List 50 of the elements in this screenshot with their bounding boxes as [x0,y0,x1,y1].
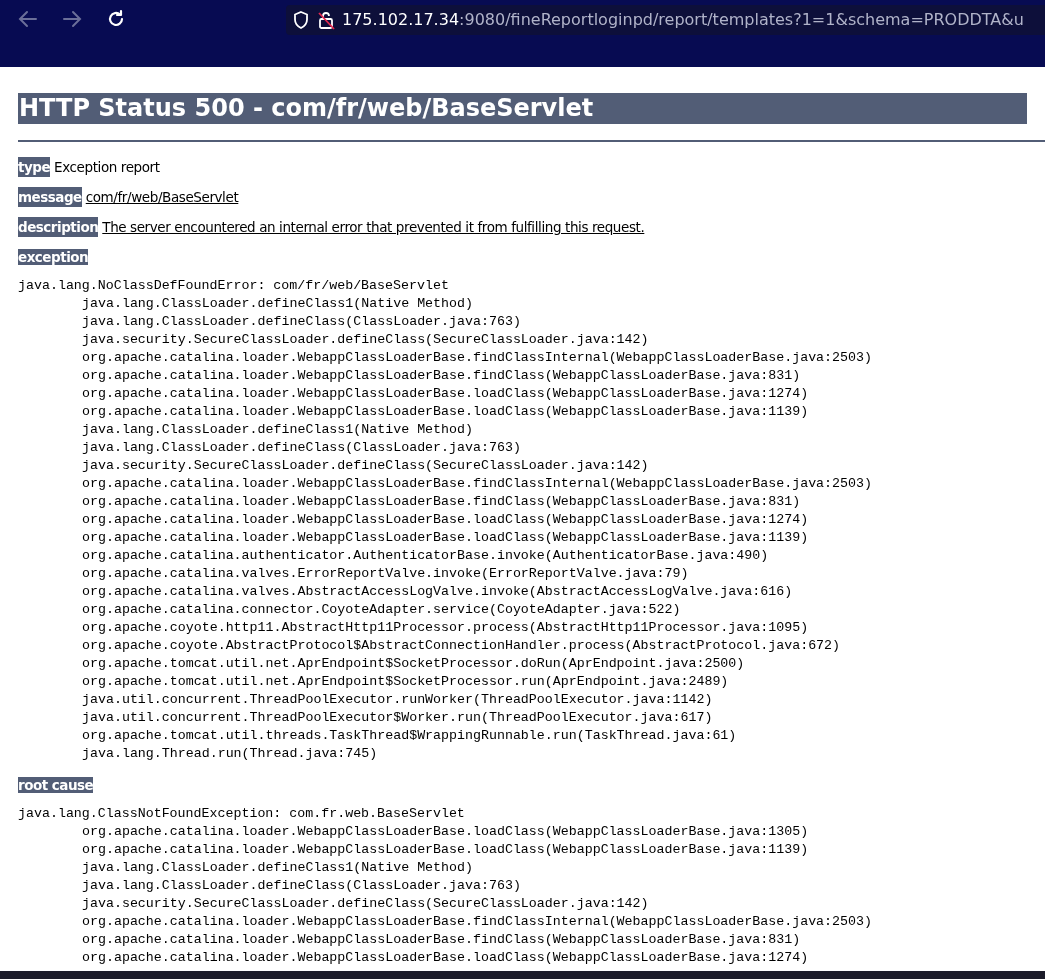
address-bar[interactable]: 175.102.17.34:9080/fineReportloginpd/report/templates?1=1&schema=PRODDTA&u [286,5,1045,35]
stack-trace-frame: org.apache.catalina.loader.WebappClassLoaderBase.loadClass(WebappClassLoaderBase.java:1274) [18,511,1027,529]
stack-trace-frame: org.apache.catalina.loader.WebappClassLoaderBase.findClassInternal(WebappClassLoaderBase.java:2503) [18,475,1027,493]
message-link[interactable]: com/fr/web/BaseServlet [85,187,239,207]
stack-trace-frame: java.security.SecureClassLoader.defineClass(SecureClassLoader.java:142) [18,331,1027,349]
stack-trace-frame: org.apache.tomcat.util.net.AprEndpoint$SocketProcessor.doRun(AprEndpoint.java:2500) [18,655,1027,673]
field-label: type [18,157,51,177]
stack-trace-frame: org.apache.catalina.loader.WebappClassLoaderBase.findClassInternal(WebappClassLoaderBase.java:2503) [18,349,1027,367]
stack-trace-frame: org.apache.coyote.http11.AbstractHttp11Processor.process(AbstractHttp11Processor.java:1095) [18,619,1027,637]
page-title: HTTP Status 500 - com/fr/web/BaseServlet [18,93,1027,124]
stack-trace-frame: java.util.concurrent.ThreadPoolExecutor.runWorker(ThreadPoolExecutor.java:1142) [18,691,1027,709]
stack-trace-frame: org.apache.catalina.valves.AbstractAccessLogValve.invoke(AbstractAccessLogValve.java:616) [18,583,1027,601]
field-label: description [18,217,99,237]
stack-trace-frame: java.lang.ClassLoader.defineClass(ClassLoader.java:763) [18,439,1027,457]
stack-trace-frame: java.lang.ClassLoader.defineClass1(Native Method) [18,859,1027,877]
stack-trace-frame: java.lang.ClassLoader.defineClass(ClassLoader.java:763) [18,877,1027,895]
stack-trace-frame: org.apache.tomcat.util.threads.TaskThread$WrappingRunnable.run(TaskThread.java:61) [18,727,1027,745]
shield-icon[interactable] [292,10,310,30]
stack-trace-frame: org.apache.tomcat.util.net.AprEndpoint$SocketProcessor.run(AprEndpoint.java:2489) [18,673,1027,691]
message-link[interactable]: The server encountered an internal error that prevented it from fulfilling this request. [102,217,645,237]
stack-trace-frame: org.apache.catalina.loader.WebappClassLoaderBase.findClassInternal(WebappClassLoaderBase.java:2503) [18,913,1027,931]
stack-trace-frame: org.apache.catalina.connector.CoyoteAdapter.service(CoyoteAdapter.java:522) [18,601,1027,619]
field-label: message [18,187,82,207]
stack-trace-frame: org.apache.catalina.loader.WebappClassLoaderBase.loadClass(WebappClassLoaderBase.java:1139) [18,529,1027,547]
stack-trace-frame: org.apache.catalina.loader.WebappClassLoaderBase.findClass(WebappClassLoaderBase.java:831) [18,493,1027,511]
stack-trace-frame: java.security.SecureClassLoader.defineClass(SecureClassLoader.java:142) [18,457,1027,475]
reload-icon[interactable] [106,9,126,29]
stack-trace-frame: org.apache.catalina.valves.ErrorReportValve.invoke(ErrorReportValve.java:79) [18,565,1027,583]
stack-trace-frame: java.lang.ClassLoader.defineClass1(Native Method) [18,295,1027,313]
stack-trace-frame: org.apache.catalina.loader.WebappClassLoaderBase.loadClass(WebappClassLoaderBase.java:1274) [18,949,1027,967]
stack-trace-frame: java.util.concurrent.ThreadPoolExecutor$Worker.run(ThreadPoolExecutor.java:617) [18,709,1027,727]
stack-trace-frame: org.apache.catalina.loader.WebappClassLoaderBase.loadClass(WebappClassLoaderBase.java:1274) [18,385,1027,403]
url-text: 175.102.17.34:9080/fineReportloginpd/report/templates?1=1&schema=PRODDTA&u [342,9,1024,31]
stack-trace-frame: org.apache.catalina.loader.WebappClassLoaderBase.findClass(WebappClassLoaderBase.java:831) [18,931,1027,949]
lock-icon[interactable] [316,10,336,30]
section-label: exception [18,249,89,265]
stack-trace-frame: org.apache.coyote.AbstractProtocol$AbstractConnectionHandler.process(AbstractProtocol.java:672) [18,637,1027,655]
stack-trace-frame: org.apache.catalina.loader.WebappClassLoaderBase.loadClass(WebappClassLoaderBase.java:1305) [18,823,1027,841]
stack-trace-frame: org.apache.catalina.authenticator.AuthenticatorBase.invoke(AuthenticatorBase.java:490) [18,547,1027,565]
stack-trace-frame: java.lang.ClassLoader.defineClass(ClassLoader.java:763) [18,313,1027,331]
stack-trace-frame: org.apache.catalina.loader.WebappClassLoaderBase.findClass(WebappClassLoaderBase.java:831) [18,367,1027,385]
stack-trace-frame: java.security.SecureClassLoader.defineClass(SecureClassLoader.java:142) [18,895,1027,913]
stack-trace-error: java.lang.NoClassDefFoundError: com/fr/web/BaseServlet [18,277,450,295]
stack-trace-frame: java.lang.Thread.run(Thread.java:745) [18,745,1027,763]
stack-trace-frame: java.lang.ClassLoader.defineClass1(Native Method) [18,421,1027,439]
stack-trace-frame: org.apache.catalina.loader.WebappClassLoaderBase.loadClass(WebappClassLoaderBase.java:1139) [18,403,1027,421]
stack-trace-error: java.lang.ClassNotFoundException: com.fr.web.BaseServlet [18,805,466,823]
field-value: Exception report [54,158,160,177]
section-label: root cause [18,777,94,793]
stack-trace-frame: org.apache.catalina.loader.WebappClassLoaderBase.loadClass(WebappClassLoaderBase.java:1139) [18,841,1027,859]
